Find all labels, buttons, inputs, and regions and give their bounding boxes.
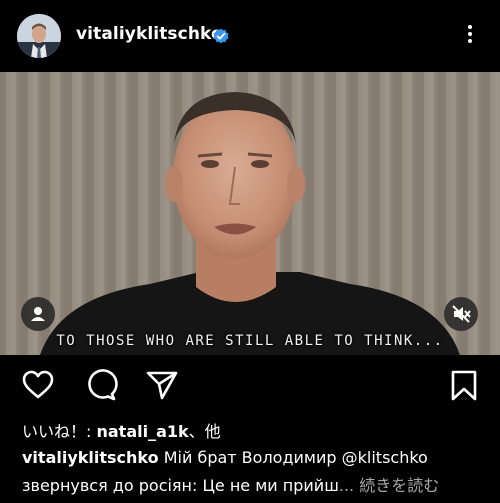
save-bookmark-icon[interactable]	[447, 369, 481, 401]
video-player[interactable]	[0, 72, 500, 355]
account-tag-button[interactable]	[21, 297, 55, 331]
video-caption: TO THOSE WHO ARE STILL ABLE TO THINK...	[56, 333, 444, 349]
caption-username[interactable]: vitaliyklitschko	[22, 448, 159, 467]
caption-text-line2: звернувся до росіян: Це не ми прийш	[22, 476, 339, 495]
share-send-icon[interactable]	[145, 369, 179, 401]
avatar[interactable]	[17, 14, 61, 58]
like-heart-icon[interactable]	[21, 369, 55, 401]
video-frame	[0, 72, 500, 355]
comment-icon[interactable]	[84, 369, 118, 401]
action-bar	[0, 355, 500, 413]
caption-text-line1: Мій брат Володимир @klitschko	[158, 448, 428, 467]
username[interactable]: vitaliyklitschko	[76, 24, 223, 44]
post-caption: vitaliyklitschko Мій брат Володимир @kli…	[22, 448, 428, 467]
likes-prefix: いいね！:	[22, 422, 97, 441]
post-header: vitaliyklitschko	[0, 0, 500, 72]
verified-badge-icon	[213, 28, 229, 44]
read-more-link[interactable]: 続きを読む	[354, 476, 439, 495]
caption-ellipsis: ...	[338, 476, 355, 495]
likes-suffix: 、他	[188, 422, 221, 441]
user-tag-icon	[31, 307, 45, 321]
mute-button[interactable]	[444, 297, 478, 331]
more-options-icon[interactable]	[460, 22, 480, 50]
likes-summary[interactable]: いいね！: natali_a1k、他	[22, 418, 221, 442]
liker-username[interactable]: natali_a1k	[96, 422, 188, 441]
post-caption-line2: звернувся до росіян: Це не ми прийш... 続…	[22, 472, 439, 496]
speaker-muted-icon	[452, 305, 471, 323]
